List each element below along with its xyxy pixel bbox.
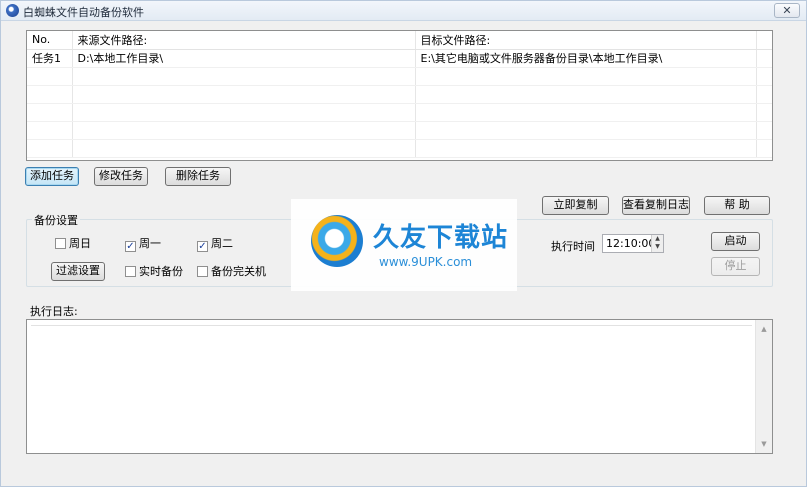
checkbox-shutdown-after-backup[interactable]: 备份完关机 <box>197 265 266 279</box>
row-no: 任务1 <box>27 49 73 68</box>
checkbox-label: 周日 <box>69 237 91 250</box>
table-row-empty <box>27 85 772 104</box>
log-scrollbar[interactable]: ▲ ▼ <box>755 320 772 453</box>
exec-time-input[interactable]: 12:10:00 ▲ ▼ <box>602 234 664 253</box>
checkbox-box[interactable] <box>55 238 66 249</box>
checkbox-label: 备份完关机 <box>211 265 266 278</box>
checkbox-sunday[interactable]: 周日 <box>55 237 91 251</box>
log-textarea[interactable]: ▲ ▼ <box>26 319 773 454</box>
watermark-logo-icon <box>311 215 363 267</box>
watermark-url: www.9UPK.com <box>379 255 473 269</box>
checkbox-box[interactable]: ✓ <box>197 241 208 252</box>
backup-settings-label: 备份设置 <box>32 212 80 228</box>
time-spinner[interactable]: ▲ ▼ <box>651 235 663 252</box>
table-row-empty <box>27 67 772 86</box>
scroll-down-icon[interactable]: ▼ <box>756 437 772 451</box>
app-icon <box>6 4 19 17</box>
checkbox-tuesday[interactable]: ✓ 周二 <box>197 237 233 252</box>
start-button[interactable]: 启动 <box>711 232 760 251</box>
checkbox-realtime-backup[interactable]: 实时备份 <box>125 265 183 279</box>
row-source-path: D:\本地工作目录\ <box>72 49 416 68</box>
help-button[interactable]: 帮 助 <box>704 196 770 215</box>
task-table[interactable]: No. 来源文件路径: 目标文件路径: 任务1 D:\本地工作目录\ E:\其它… <box>26 30 773 161</box>
checkbox-label: 周一 <box>139 237 161 250</box>
log-divider <box>31 325 752 326</box>
exec-time-value: 12:10:00 <box>606 237 656 250</box>
title-bar: 白蜘蛛文件自动备份软件 ✕ <box>1 1 806 21</box>
watermark-title: 久友下载站 <box>373 223 509 253</box>
add-task-button[interactable]: 添加任务 <box>25 167 79 186</box>
column-header-filler <box>756 31 772 50</box>
column-header-target[interactable]: 目标文件路径: <box>415 31 757 50</box>
close-button[interactable]: ✕ <box>774 3 800 18</box>
window-title: 白蜘蛛文件自动备份软件 <box>23 6 144 19</box>
table-row-empty <box>27 121 772 140</box>
checkbox-label: 实时备份 <box>139 265 183 278</box>
view-log-button[interactable]: 查看复制日志 <box>622 196 690 215</box>
log-label: 执行日志: <box>30 305 78 318</box>
checkbox-box[interactable] <box>197 266 208 277</box>
spin-up-icon[interactable]: ▲ <box>652 235 663 243</box>
checkbox-box[interactable] <box>125 266 136 277</box>
checkbox-box[interactable]: ✓ <box>125 241 136 252</box>
table-row-empty <box>27 103 772 122</box>
edit-task-button[interactable]: 修改任务 <box>94 167 148 186</box>
table-row[interactable]: 任务1 D:\本地工作目录\ E:\其它电脑或文件服务器备份目录\本地工作目录\ <box>27 49 772 68</box>
checkbox-monday[interactable]: ✓ 周一 <box>125 237 161 252</box>
delete-task-button[interactable]: 删除任务 <box>165 167 231 186</box>
filter-settings-button[interactable]: 过滤设置 <box>51 262 105 281</box>
row-target-path: E:\其它电脑或文件服务器备份目录\本地工作目录\ <box>415 49 757 68</box>
checkbox-label: 周二 <box>211 237 233 250</box>
stop-button[interactable]: 停止 <box>711 257 760 276</box>
column-header-source[interactable]: 来源文件路径: <box>72 31 416 50</box>
exec-time-label: 执行时间 <box>551 240 595 253</box>
spin-down-icon[interactable]: ▼ <box>652 243 663 251</box>
copy-now-button[interactable]: 立即复制 <box>542 196 609 215</box>
watermark-overlay: 久友下载站 www.9UPK.com <box>291 199 517 291</box>
scroll-up-icon[interactable]: ▲ <box>756 322 772 336</box>
column-header-no[interactable]: No. <box>27 31 73 50</box>
app-window: 白蜘蛛文件自动备份软件 ✕ No. 来源文件路径: 目标文件路径: 任务1 D:… <box>0 0 807 487</box>
table-row-empty <box>27 139 772 158</box>
